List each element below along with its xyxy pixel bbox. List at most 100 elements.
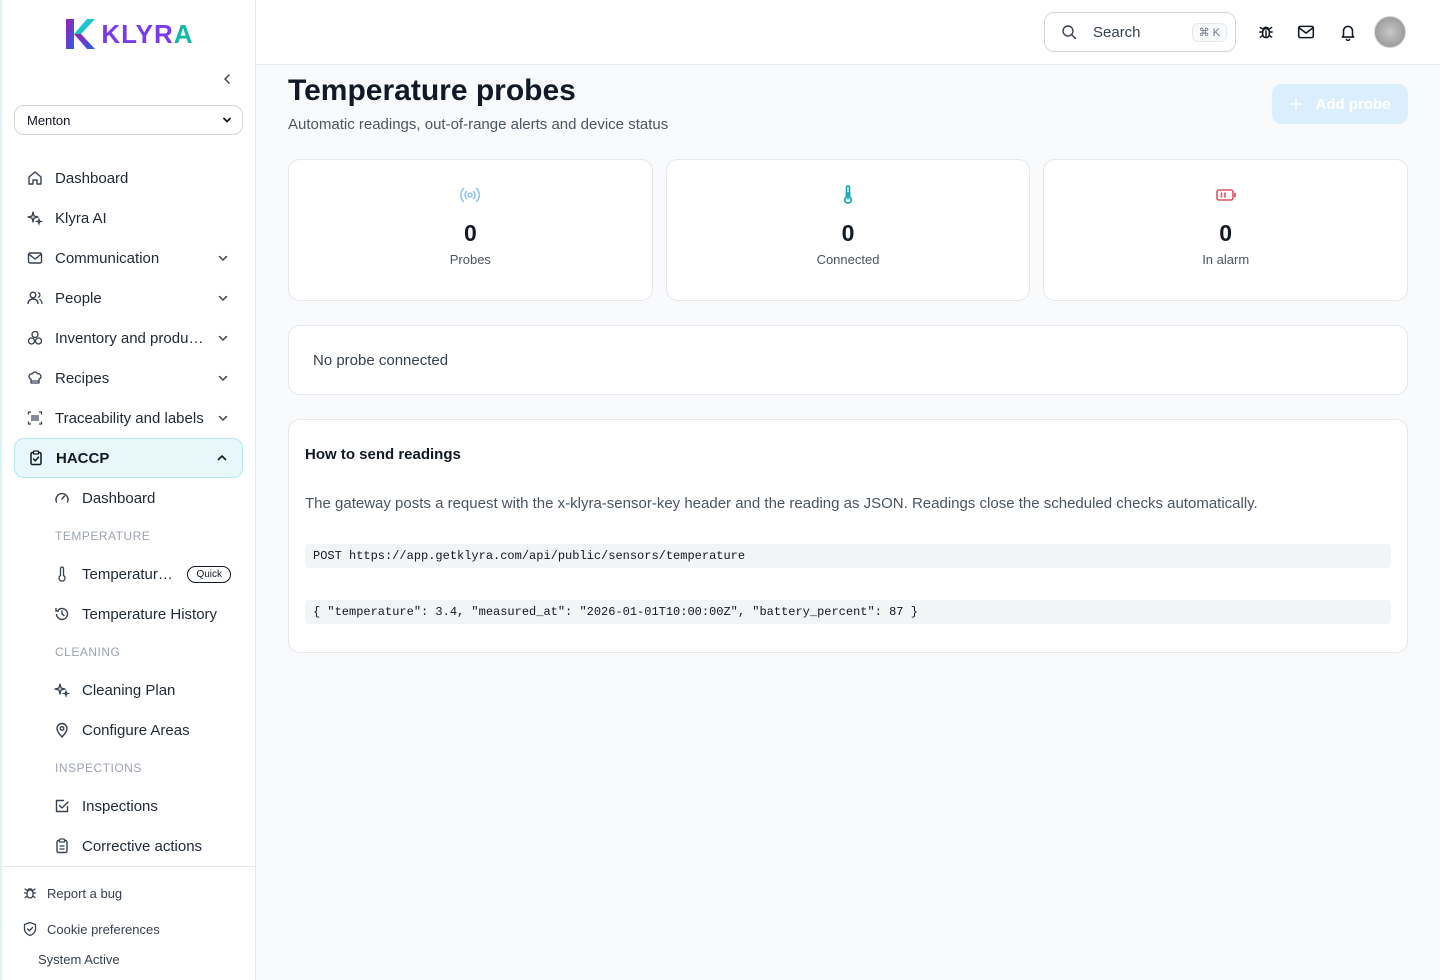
chevron-left-icon	[224, 74, 230, 84]
boxes-icon	[26, 329, 44, 347]
sidebar-item-recipes[interactable]: Recipes	[14, 358, 243, 398]
sidebar-item-communication[interactable]: Communication	[14, 238, 243, 278]
chef-hat-icon	[26, 369, 44, 387]
sidebar-nav: Dashboard Klyra AI Communication People	[2, 135, 255, 866]
sidebar-item-inventory[interactable]: Inventory and production	[14, 318, 243, 358]
home-icon	[26, 169, 44, 187]
barcode-scan-icon	[26, 409, 44, 427]
plus-icon	[1289, 98, 1302, 110]
sidebar-subitem-inspections[interactable]: Inspections	[14, 786, 243, 826]
how-to-description: The gateway posts a request with the x-k…	[305, 495, 1258, 512]
sidebar-subitem-label: Temperature probes	[82, 565, 179, 583]
top-bar: Search ⌘ K	[256, 0, 1440, 65]
stat-card-connected: 0 Connected	[665, 159, 1031, 301]
sidebar-item-label: Traceability and labels	[55, 409, 204, 427]
bug-icon	[1259, 26, 1273, 39]
sidebar-item-dashboard[interactable]: Dashboard	[14, 158, 243, 198]
chevron-down-icon	[215, 290, 231, 306]
bug-report-button[interactable]	[1256, 22, 1276, 42]
main-content: Temperature probes Automatic readings, o…	[288, 65, 1409, 653]
sidebar: KLYRA Menton Dashboard Klyra AI Communic…	[0, 0, 256, 980]
sidebar-subitem-label: Configure Areas	[82, 721, 190, 739]
sidebar-subitem-label: Corrective actions	[82, 837, 203, 855]
empty-state-text: No probe connected	[313, 351, 449, 369]
chevron-down-icon	[223, 117, 231, 123]
chevron-down-icon	[215, 250, 231, 266]
empty-state-card: No probe connected	[288, 325, 1408, 395]
stat-label: Connected	[816, 252, 880, 267]
sidebar-item-label: Recipes	[55, 369, 110, 387]
clipboard-list-icon	[54, 838, 70, 854]
collapse-sidebar-button[interactable]	[217, 69, 237, 89]
report-bug-label: Report a bug	[47, 885, 123, 901]
shield-check-icon	[22, 921, 38, 937]
check-square-icon	[54, 798, 70, 814]
chevron-down-icon	[215, 370, 231, 386]
page-subtitle: Automatic readings, out-of-range alerts …	[288, 116, 669, 133]
stat-label: Probes	[449, 252, 491, 267]
sparkles-icon	[54, 682, 70, 698]
report-bug-link[interactable]: Report a bug	[2, 875, 255, 911]
bug-icon	[22, 885, 38, 901]
sidebar-subitem-cleaning-plan[interactable]: Cleaning Plan	[14, 670, 243, 710]
sidebar-item-label: Inventory and production	[55, 329, 209, 347]
sidebar-item-label: Klyra AI	[55, 209, 107, 227]
sidebar-item-label: HACCP	[56, 449, 110, 467]
page-title: Temperature probes	[288, 74, 576, 107]
sidebar-subitem-configure-areas[interactable]: Configure Areas	[14, 710, 243, 750]
cookie-preferences-label: Cookie preferences	[47, 921, 160, 937]
thermometer-icon	[837, 184, 859, 206]
brand-name: KLYRA	[101, 18, 194, 49]
users-icon	[26, 289, 44, 307]
search-icon	[1061, 24, 1077, 40]
section-label-cleaning: CLEANING	[55, 645, 121, 659]
messages-button[interactable]	[1296, 22, 1316, 42]
sidebar-subitem-corrective-actions[interactable]: Corrective actions	[14, 826, 243, 866]
signal-icon	[459, 184, 481, 206]
payload-code: { "temperature": 3.4, "measured_at": "20…	[305, 600, 1391, 624]
sparkles-icon	[26, 209, 44, 227]
sidebar-item-klyra-ai[interactable]: Klyra AI	[14, 198, 243, 238]
cookie-preferences-link[interactable]: Cookie preferences	[2, 911, 255, 947]
clipboard-check-icon	[27, 449, 45, 467]
mail-icon	[26, 249, 44, 267]
battery-warning-icon	[1215, 184, 1237, 206]
sidebar-subitem-temperature-history[interactable]: Temperature History	[14, 594, 243, 634]
sidebar-item-people[interactable]: People	[14, 278, 243, 318]
notifications-button[interactable]	[1338, 22, 1358, 42]
chevron-down-icon	[215, 410, 231, 426]
how-to-card: How to send readings The gateway posts a…	[288, 419, 1408, 653]
avatar[interactable]	[1374, 16, 1406, 48]
sidebar-subitem-haccp-dashboard[interactable]: Dashboard	[14, 478, 243, 518]
search-input[interactable]: Search ⌘ K	[1044, 12, 1236, 52]
sidebar-item-traceability[interactable]: Traceability and labels	[14, 398, 243, 438]
klyra-logo-mark-icon	[66, 19, 96, 49]
stat-value: 0	[841, 220, 855, 246]
section-label-inspections: INSPECTIONS	[55, 761, 142, 775]
stat-value: 0	[1219, 220, 1233, 246]
sidebar-item-haccp[interactable]: HACCP	[14, 438, 243, 478]
chevron-up-icon	[214, 450, 230, 466]
sidebar-item-label: Communication	[55, 249, 160, 267]
sidebar-footer: Report a bug Cookie preferences System A…	[2, 866, 255, 980]
quick-badge: Quick	[187, 565, 231, 583]
endpoint-code: POST https://app.getklyra.com/api/public…	[305, 544, 1391, 568]
stats-row: 0 Probes 0 Connected 0 In alarm	[288, 159, 1409, 301]
search-shortcut: ⌘ K	[1191, 22, 1227, 42]
how-to-title: How to send readings	[305, 446, 461, 463]
gauge-icon	[54, 490, 70, 506]
stat-value: 0	[463, 220, 477, 246]
site-selector-value: Menton	[27, 112, 71, 128]
klyra-logo[interactable]: KLYRA	[63, 17, 193, 51]
add-probe-button[interactable]: Add probe	[1272, 84, 1408, 124]
sidebar-item-label: People	[55, 289, 102, 307]
logo-area: KLYRA	[2, 0, 255, 64]
sidebar-item-label: Dashboard	[55, 169, 129, 187]
sidebar-subitem-temperature-probes[interactable]: Temperature probes Quick	[14, 554, 243, 594]
sidebar-subitem-label: Temperature History	[82, 605, 218, 623]
mail-icon	[1297, 25, 1315, 39]
thermometer-icon	[54, 566, 70, 582]
add-probe-label: Add probe	[1315, 95, 1391, 113]
sidebar-subitem-label: Cleaning Plan	[82, 681, 176, 699]
site-selector[interactable]: Menton	[14, 105, 243, 135]
